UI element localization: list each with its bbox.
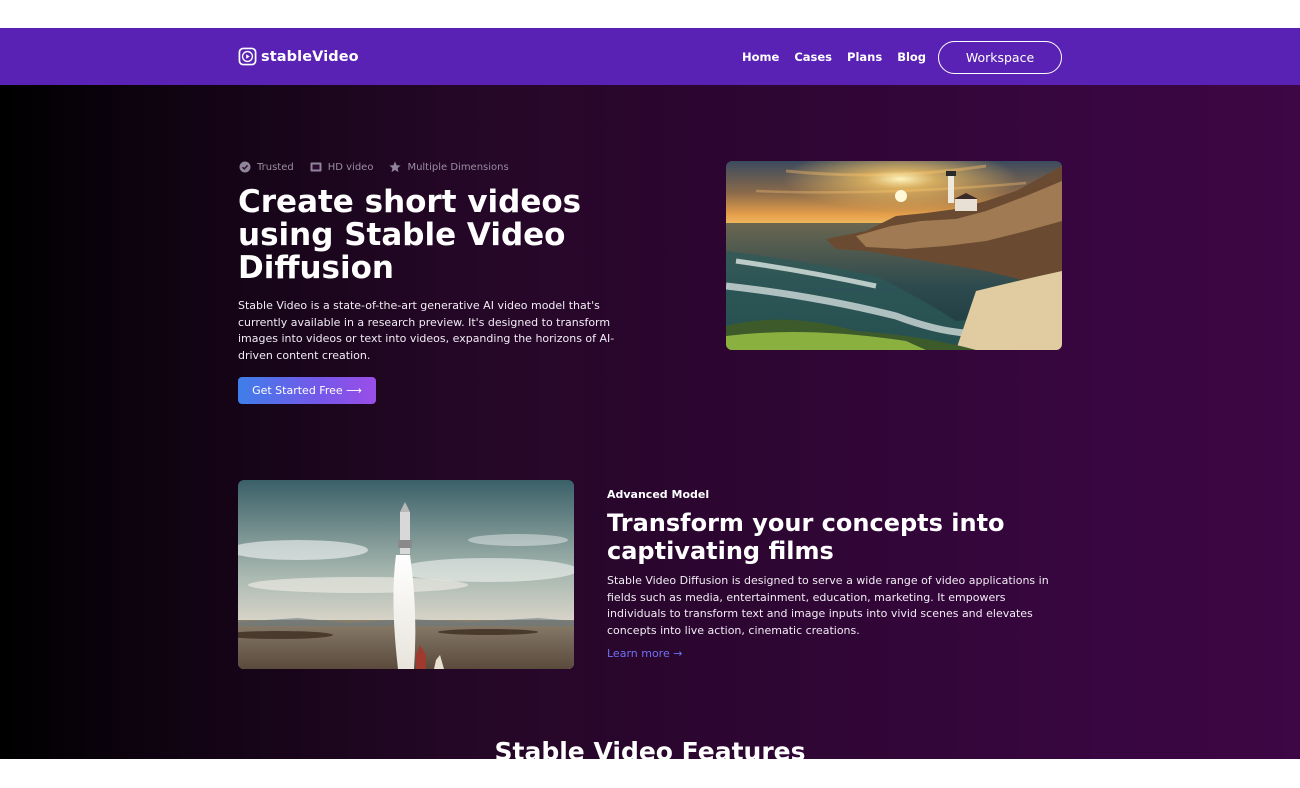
workspace-button[interactable]: Workspace (938, 41, 1062, 74)
nav-links: Home Cases Plans Blog (742, 50, 926, 64)
page-viewport: stableVideo Home Cases Plans Blog Worksp… (0, 28, 1300, 759)
section-title: Transform your concepts into captivating… (607, 509, 1005, 565)
badge-hd-video: HD video (310, 161, 374, 173)
section-description: Stable Video Diffusion is designed to se… (607, 574, 1049, 637)
film-icon (310, 162, 322, 172)
hero-title: Create short videos using Stable Video D… (238, 184, 582, 286)
learn-more-link[interactable]: Learn more → (607, 647, 682, 660)
nav-link-cases[interactable]: Cases (794, 50, 832, 64)
logo[interactable]: stableVideo (238, 47, 359, 66)
play-logo-icon (238, 47, 257, 66)
badge-trusted: Trusted (239, 161, 294, 173)
nav-link-plans[interactable]: Plans (847, 50, 882, 64)
logo-text: stableVideo (261, 48, 359, 65)
check-shield-icon (239, 161, 251, 173)
hero-badges: Trusted HD video Multiple Dimensions (239, 161, 509, 173)
badge-dimensions: Multiple Dimensions (389, 161, 509, 173)
rocket-launch-image (238, 480, 574, 669)
star-icon (389, 161, 402, 173)
top-nav: stableVideo Home Cases Plans Blog Worksp… (0, 28, 1300, 85)
nav-link-home[interactable]: Home (742, 50, 779, 64)
hero-description: Stable Video is a state-of-the-art gener… (238, 299, 615, 362)
badge-label: Multiple Dimensions (407, 161, 509, 173)
section-eyebrow: Advanced Model (607, 488, 710, 501)
get-started-button[interactable]: Get Started Free ⟶ (238, 377, 376, 404)
badge-label: Trusted (257, 161, 294, 173)
nav-link-blog[interactable]: Blog (897, 50, 926, 64)
lighthouse-image (726, 161, 1062, 350)
features-title: Stable Video Features (494, 737, 806, 759)
badge-label: HD video (327, 161, 374, 173)
